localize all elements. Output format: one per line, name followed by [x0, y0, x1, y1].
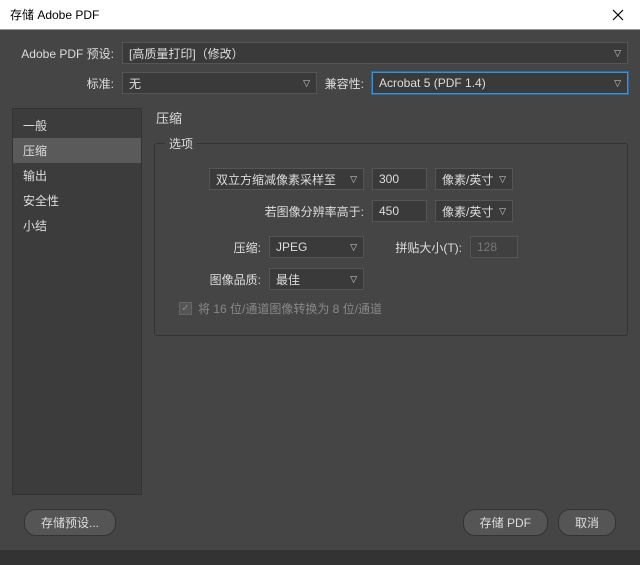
titlebar: 存储 Adobe PDF [0, 0, 640, 30]
sidebar-item-summary[interactable]: 小结 [13, 213, 141, 238]
sidebar-item-compression[interactable]: 压缩 [13, 138, 141, 163]
quality-value: 最佳 [276, 271, 300, 288]
threshold-label: 若图像分辨率高于: [209, 203, 364, 220]
footer: 存储预设... 存储 PDF 取消 [12, 495, 628, 550]
preset-select[interactable]: [高质量打印]（修改） ▽ [122, 42, 628, 64]
downsample-method-value: 双立方缩减像素采样至 [216, 171, 336, 188]
dialog-content: Adobe PDF 预设: [高质量打印]（修改） ▽ 标准: 无 ▽ 兼容性:… [0, 30, 640, 550]
quality-select[interactable]: 最佳 ▽ [269, 268, 364, 290]
downsample-value-input[interactable]: 300 [372, 168, 427, 190]
options-legend: 选项 [165, 135, 197, 152]
standard-value: 无 [129, 75, 141, 92]
downsample-method-select[interactable]: 双立方缩减像素采样至 ▽ [209, 168, 364, 190]
close-button[interactable] [595, 0, 640, 30]
threshold-unit-value: 像素/英寸 [442, 203, 493, 220]
options-group: 选项 双立方缩减像素采样至 ▽ 300 像素/英寸 ▽ 若图像分辨 [154, 143, 628, 336]
sidebar-item-general[interactable]: 一般 [13, 113, 141, 138]
compression-label: 压缩: [169, 239, 261, 256]
chevron-down-icon: ▽ [303, 78, 310, 89]
downsample-unit-value: 像素/英寸 [442, 171, 493, 188]
save-pdf-dialog: 存储 Adobe PDF Adobe PDF 预设: [高质量打印]（修改） ▽… [0, 0, 640, 550]
panel-title: 压缩 [154, 108, 628, 127]
downsample-unit-select[interactable]: 像素/英寸 ▽ [435, 168, 513, 190]
compression-value: JPEG [276, 240, 307, 254]
chevron-down-icon: ▽ [499, 174, 506, 185]
save-pdf-button[interactable]: 存储 PDF [463, 509, 548, 536]
preset-value: [高质量打印]（修改） [129, 45, 244, 62]
sidebar-item-output[interactable]: 输出 [13, 163, 141, 188]
chevron-down-icon: ▽ [614, 48, 621, 59]
chevron-down-icon: ▽ [350, 174, 357, 185]
preset-label: Adobe PDF 预设: [12, 45, 122, 62]
standard-select[interactable]: 无 ▽ [122, 72, 317, 94]
compat-select[interactable]: Acrobat 5 (PDF 1.4) ▽ [372, 72, 628, 94]
tile-value-input: 128 [470, 236, 518, 258]
threshold-unit-select[interactable]: 像素/英寸 ▽ [435, 200, 513, 222]
sidebar-item-security[interactable]: 安全性 [13, 188, 141, 213]
compat-label: 兼容性: [317, 75, 372, 92]
sidebar: 一般 压缩 输出 安全性 小结 [12, 108, 142, 495]
compat-value: Acrobat 5 (PDF 1.4) [379, 76, 486, 90]
chevron-down-icon: ▽ [350, 274, 357, 285]
convert-16to8-label: 将 16 位/通道图像转换为 8 位/通道 [198, 300, 382, 317]
cancel-button[interactable]: 取消 [558, 509, 616, 536]
compression-panel: 压缩 选项 双立方缩减像素采样至 ▽ 300 像素/英寸 ▽ [154, 108, 628, 495]
chevron-down-icon: ▽ [499, 206, 506, 217]
chevron-down-icon: ▽ [350, 242, 357, 253]
standard-label: 标准: [12, 75, 122, 92]
window-title: 存储 Adobe PDF [10, 6, 99, 23]
tile-label: 拼贴大小(T): [372, 239, 462, 256]
save-preset-button[interactable]: 存储预设... [24, 509, 116, 536]
chevron-down-icon: ▽ [614, 78, 621, 89]
close-icon [612, 9, 624, 21]
convert-16to8-checkbox: ✓ [179, 302, 192, 315]
threshold-value-input[interactable]: 450 [372, 200, 427, 222]
quality-label: 图像品质: [169, 271, 261, 288]
compression-select[interactable]: JPEG ▽ [269, 236, 364, 258]
